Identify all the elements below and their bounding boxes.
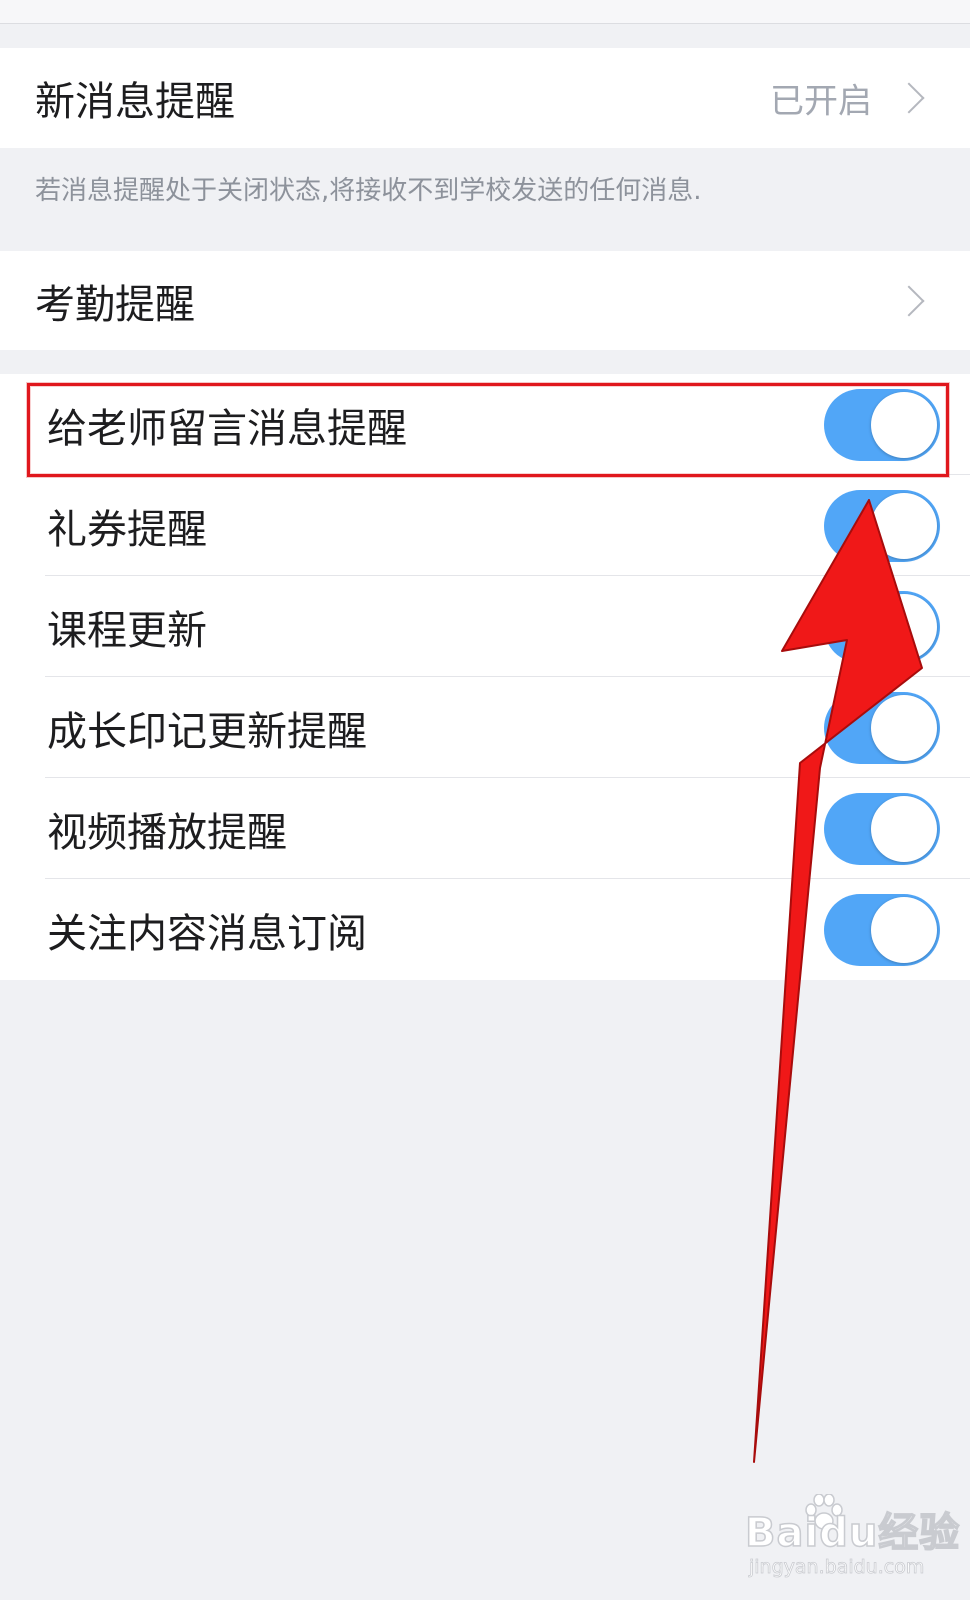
toggle-knob bbox=[871, 795, 937, 862]
toggle-knob bbox=[871, 694, 937, 761]
notification-status-value: 已开启 bbox=[770, 81, 872, 122]
chevron-right-icon bbox=[893, 284, 925, 317]
toggle-row-course-update: 课程更新 bbox=[0, 576, 970, 677]
toggle-row-growth-record: 成长印记更新提醒 bbox=[0, 677, 970, 778]
toggle-switch[interactable] bbox=[824, 792, 940, 865]
toggle-switch[interactable] bbox=[824, 489, 940, 562]
toggle-knob bbox=[871, 593, 937, 660]
baidu-jingyan-watermark: Baidu经验 jingyan.baidu.com bbox=[744, 1494, 960, 1590]
toggle-row-coupon: 礼券提醒 bbox=[0, 475, 970, 576]
watermark-url-text: jingyan.baidu.com bbox=[749, 1556, 925, 1579]
toggle-label: 成长印记更新提醒 bbox=[47, 708, 367, 755]
attendance-reminder-label: 考勤提醒 bbox=[35, 281, 195, 328]
toggle-label: 视频播放提醒 bbox=[47, 809, 287, 856]
toggle-switch[interactable] bbox=[824, 691, 940, 764]
top-bar bbox=[0, 0, 970, 24]
watermark-logo-text: Baidu经验 bbox=[744, 1509, 961, 1557]
notification-hint-text: 若消息提醒处于关闭状态,将接收不到学校发送的任何消息. bbox=[35, 176, 702, 206]
toggle-row-followed-content: 关注内容消息订阅 bbox=[0, 879, 970, 980]
toggle-switch[interactable] bbox=[824, 388, 940, 461]
toggle-switch[interactable] bbox=[824, 590, 940, 663]
chevron-right-icon bbox=[893, 82, 925, 114]
toggle-knob bbox=[871, 896, 937, 963]
toggle-switch[interactable] bbox=[824, 893, 940, 966]
new-message-notification-label: 新消息提醒 bbox=[35, 79, 235, 125]
toggle-label: 礼券提醒 bbox=[47, 506, 207, 553]
attendance-reminder-row[interactable]: 考勤提醒 bbox=[0, 251, 970, 350]
toggle-row-video-playback: 视频播放提醒 bbox=[0, 778, 970, 879]
new-message-notification-row[interactable]: 新消息提醒 已开启 bbox=[0, 48, 970, 148]
toggle-label: 关注内容消息订阅 bbox=[47, 910, 367, 957]
toggle-label: 课程更新 bbox=[47, 607, 207, 654]
toggle-label: 给老师留言消息提醒 bbox=[47, 405, 407, 452]
toggle-knob bbox=[871, 492, 937, 559]
toggle-knob bbox=[871, 391, 937, 458]
toggle-row-teacher-message: 给老师留言消息提醒 bbox=[0, 374, 970, 475]
